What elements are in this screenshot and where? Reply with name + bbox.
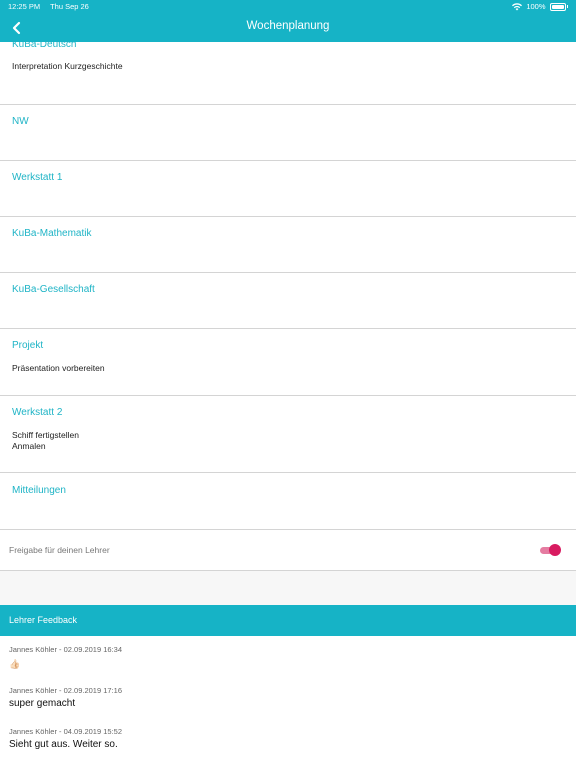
feedback-item: Jannes Köhler - 02.09.2019 16:34 👍🏻 xyxy=(9,645,122,672)
subject-kuba-mathematik[interactable]: KuBa-Mathematik xyxy=(0,217,576,273)
nav-bar: Wochenplanung xyxy=(0,14,576,42)
status-right: 100% xyxy=(512,2,568,11)
feedback-header-title: Lehrer Feedback xyxy=(9,615,78,625)
battery-percent: 100% xyxy=(526,2,546,11)
subject-name: Projekt xyxy=(12,340,44,351)
week-plan-list: KuBa-Deutsch Interpretation Kurzgeschich… xyxy=(0,42,576,768)
feedback-meta: Jannes Köhler - 02.09.2019 16:34 xyxy=(9,645,123,654)
subject-projekt[interactable]: Projekt Präsentation vorbereiten xyxy=(0,329,576,396)
feedback-header: Lehrer Feedback xyxy=(0,605,576,636)
feedback-meta: Jannes Köhler - 02.09.2019 17:16 xyxy=(9,686,123,695)
feedback-message: Sieht gut aus. Weiter so. xyxy=(9,739,118,750)
subject-name: Mitteilungen xyxy=(12,485,66,496)
status-left: 12:25 PM Thu Sep 26 xyxy=(8,2,97,11)
subject-mitteilungen[interactable]: Mitteilungen xyxy=(0,473,576,530)
feedback-item: Jannes Köhler - 04.09.2019 15:52 Sieht g… xyxy=(9,727,122,750)
page-title: Wochenplanung xyxy=(246,20,330,32)
share-toggle-switch[interactable] xyxy=(540,543,562,557)
subject-kuba-deutsch[interactable]: KuBa-Deutsch Interpretation Kurzgeschich… xyxy=(0,42,576,105)
subject-name: Werkstatt 1 xyxy=(12,172,63,183)
status-bar: 12:25 PM Thu Sep 26 100% xyxy=(0,0,576,14)
subject-task: Anmalen xyxy=(12,441,46,451)
battery-icon xyxy=(549,2,566,11)
subject-task: Präsentation vorbereiten xyxy=(12,363,105,373)
subject-name: KuBa-Gesellschaft xyxy=(12,284,95,295)
subject-name: Werkstatt 2 xyxy=(12,407,63,418)
feedback-meta: Jannes Köhler - 04.09.2019 15:52 xyxy=(9,727,123,736)
wifi-icon xyxy=(512,2,523,10)
section-gap xyxy=(0,571,576,605)
share-toggle-row: Freigabe für deinen Lehrer xyxy=(0,530,576,571)
subject-task: Schiff fertigstellen xyxy=(12,430,79,440)
thumbs-up-icon: 👍🏻 xyxy=(9,659,21,669)
subject-task: Interpretation Kurzgeschichte xyxy=(12,61,123,71)
toggle-knob xyxy=(549,544,561,556)
feedback-item: Jannes Köhler - 02.09.2019 17:16 super g… xyxy=(9,686,122,709)
subject-kuba-gesellschaft[interactable]: KuBa-Gesellschaft xyxy=(0,273,576,329)
feedback-message: super gemacht xyxy=(9,698,76,709)
subject-werkstatt-2[interactable]: Werkstatt 2 Schiff fertigstellen Anmalen xyxy=(0,396,576,473)
subject-name: NW xyxy=(12,116,29,127)
subject-werkstatt-1[interactable]: Werkstatt 1 xyxy=(0,161,576,217)
battery-tip xyxy=(566,5,568,8)
subject-name: KuBa-Deutsch xyxy=(12,42,77,50)
status-date: Thu Sep 26 xyxy=(50,2,89,11)
status-time: 12:25 PM xyxy=(8,2,41,11)
share-toggle-label: Freigabe für deinen Lehrer xyxy=(9,545,110,555)
subject-nw[interactable]: NW xyxy=(0,105,576,161)
subject-name: KuBa-Mathematik xyxy=(12,228,92,239)
